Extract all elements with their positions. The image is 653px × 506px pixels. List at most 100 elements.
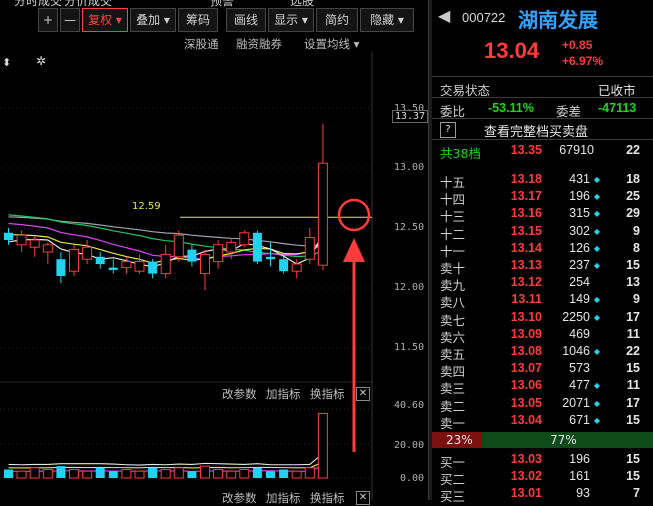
ask-row-label: 卖三: [440, 381, 466, 397]
candle-body: [291, 263, 302, 272]
volume-bar: [187, 471, 197, 478]
candle-body: [239, 232, 250, 246]
ask-row-price[interactable]: 13.04: [496, 413, 542, 427]
volume-bar: [134, 470, 145, 479]
ask-row-price[interactable]: 13.12: [496, 275, 542, 289]
volume-bar: [29, 467, 40, 479]
full-book-button[interactable]: 查看完整档买卖盘: [484, 121, 588, 140]
candle-body: [82, 246, 93, 260]
ask-row-count: 29: [626, 206, 640, 221]
kline-chart-panel[interactable]: 分时成交 分价成交 预警 选股 + — 复权 ▾ 叠加 ▾ 筹码 画线 显示 ▾…: [0, 0, 429, 505]
diamond-icon: ◆: [593, 209, 601, 219]
book-summary-label: 共38档: [440, 146, 481, 161]
ask-row-price[interactable]: 13.15: [496, 224, 542, 238]
candle-body: [173, 234, 184, 258]
bid-row-price[interactable]: 13.02: [496, 469, 542, 483]
ask-row-label: 十二: [440, 226, 466, 242]
candle-body: [187, 249, 197, 262]
ask-row-price[interactable]: 13.11: [496, 292, 542, 306]
ask-row-price[interactable]: 13.18: [496, 172, 542, 186]
volume-tick-1: 40.60: [394, 400, 425, 411]
ask-row-count: 22: [626, 344, 640, 358]
bid-row-price[interactable]: 13.01: [496, 486, 542, 500]
candle-body: [95, 256, 105, 264]
volume-bar: [4, 469, 13, 478]
volume-bar: [252, 467, 262, 478]
ask-row-price[interactable]: 13.07: [496, 361, 542, 375]
ask-row-price[interactable]: 13.16: [496, 206, 542, 220]
help-icon[interactable]: ?: [440, 122, 456, 138]
volume-bar: [148, 467, 158, 478]
switch-indicator-link[interactable]: 换指标: [310, 386, 345, 402]
ask-row-volume: 431: [569, 172, 590, 186]
ask-row-count: 15: [626, 258, 640, 272]
price-chart-svg: [0, 52, 373, 500]
close-icon[interactable]: ✕: [356, 491, 370, 505]
ask-row-count: 17: [626, 309, 640, 324]
volume-bar: [304, 467, 315, 479]
prev-stock-icon[interactable]: ◀: [438, 6, 450, 25]
stock-code: 000722: [462, 10, 506, 25]
ask-row-volume: 237: [569, 258, 590, 272]
candle-body: [226, 241, 237, 253]
ask-row-volume: 149: [569, 292, 590, 307]
diamond-icon: ◆: [593, 192, 601, 202]
volume-bar: [239, 469, 250, 479]
annotation: [337, 198, 371, 452]
divider: [432, 76, 653, 77]
close-icon[interactable]: ✕: [356, 387, 370, 401]
bid-row-volume: 161: [569, 469, 590, 483]
ask-row-price[interactable]: 13.10: [496, 310, 542, 324]
candle-body: [252, 232, 262, 262]
candle-body: [4, 232, 13, 240]
price-tick-2: 13.00: [394, 162, 425, 173]
price-change-pct: +6.97%: [562, 54, 604, 68]
bid-row-price[interactable]: 13.03: [496, 452, 542, 466]
diamond-icon: ◆: [593, 381, 601, 391]
quote-panel: ◀ 000722 湖南发展 13.04 +0.85 +6.97% 交易状态 已收…: [432, 0, 653, 504]
volume-bar: [213, 469, 224, 479]
ask-row-price[interactable]: 13.13: [496, 258, 542, 272]
switch-indicator-link-2[interactable]: 换指标: [310, 490, 345, 506]
price-grid: [0, 52, 373, 500]
candle-body: [134, 261, 145, 272]
volume-bar: [266, 471, 275, 478]
add-indicator-link-2[interactable]: 加指标: [266, 490, 301, 506]
diamond-icon: ◆: [593, 347, 601, 356]
ask-row-price[interactable]: 13.09: [496, 327, 542, 341]
volume-bar: [95, 467, 105, 478]
ask-row-price[interactable]: 13.05: [496, 396, 542, 410]
ask-row-label: 卖一: [440, 415, 466, 431]
edit-params-link[interactable]: 改参数: [222, 386, 257, 402]
ask-row-label: 卖四: [440, 364, 466, 380]
stock-name[interactable]: 湖南发展: [518, 4, 598, 33]
highlight-circle: [337, 198, 371, 232]
ask-row-label: 十三: [440, 209, 466, 225]
volume-bar: [200, 465, 210, 479]
ask-row-price[interactable]: 13.06: [496, 378, 542, 392]
add-indicator-link[interactable]: 加指标: [266, 386, 301, 402]
volume-bar: [226, 470, 237, 479]
arrow-head: [343, 238, 365, 262]
volume-bar: [160, 469, 171, 479]
ask-row-count: 15: [626, 361, 640, 376]
ask-row-price[interactable]: 13.08: [496, 344, 542, 358]
ask-row-price[interactable]: 13.14: [496, 241, 542, 255]
ask-row-price[interactable]: 13.17: [496, 189, 542, 203]
volume-bar: [173, 467, 184, 479]
volume-tick-2: 20.00: [394, 440, 425, 451]
ask-row-count: 25: [626, 189, 640, 204]
ask-row-count: 13: [626, 275, 640, 290]
volume-bar: [42, 469, 53, 479]
ask-row-label: 卖十: [440, 261, 466, 276]
diamond-icon: ◆: [593, 226, 601, 236]
ask-row-count: 17: [626, 395, 640, 410]
volume-bar: [291, 470, 302, 479]
candle-body: [56, 259, 66, 276]
price-tick-4: 12.00: [394, 282, 425, 293]
edit-params-link-2[interactable]: 改参数: [222, 490, 257, 506]
candle-body: [279, 259, 289, 272]
candle-body: [69, 249, 79, 272]
volume-bar: [16, 470, 27, 479]
volume-bar: [108, 471, 118, 478]
